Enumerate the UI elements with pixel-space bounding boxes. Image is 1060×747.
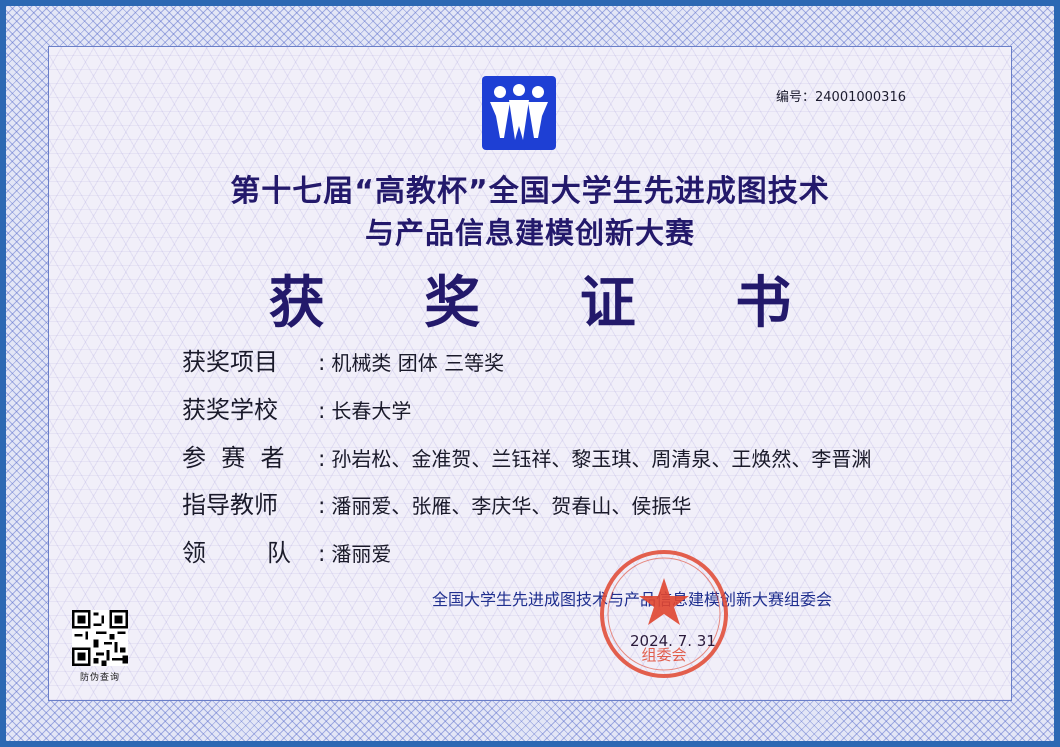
field-label: 指导教师 xyxy=(182,491,278,519)
field-value: 长春大学 xyxy=(331,399,412,423)
field-participants: 参 赛 者 : 孙岩松、金准贺、兰钰祥、黎玉琪、周清泉、王焕然、李晋渊 xyxy=(182,438,871,472)
field-award-item: 获奖项目 : 机械类 团体 三等奖 xyxy=(182,342,504,376)
field-colon: : xyxy=(318,542,326,567)
field-value: 潘丽爱、张雁、李庆华、贺春山、侯振华 xyxy=(331,494,692,518)
qr-label: 防伪查询 xyxy=(79,673,120,683)
field-colon: : xyxy=(318,351,326,376)
serial-number: 编号：24001000316 xyxy=(776,90,906,105)
certificate: 编号：24001000316 第十七届“高教杯”全国大学生先进成图技术 与产品信… xyxy=(0,0,1060,747)
title-line-1: 第十七届“高教杯”全国大学生先进成图技术 xyxy=(230,174,830,209)
field-value: 机械类 团体 三等奖 xyxy=(331,351,505,375)
field-colon: : xyxy=(318,447,326,472)
qr-code-icon[interactable] xyxy=(72,610,128,666)
field-label: 获奖学校 xyxy=(182,396,278,424)
field-colon: : xyxy=(318,399,326,424)
official-seal-icon: 组委会 xyxy=(600,550,728,678)
field-team-leader: 领 队 : 潘丽爱 xyxy=(182,533,391,567)
certificate-heading: 获 奖 证 书 xyxy=(268,271,832,336)
field-advisors: 指导教师 : 潘丽爱、张雁、李庆华、贺春山、侯振华 xyxy=(182,485,691,519)
field-colon: : xyxy=(318,494,326,519)
field-school: 获奖学校 : 长春大学 xyxy=(182,390,411,424)
field-label: 参 赛 者 xyxy=(182,444,285,472)
field-value: 潘丽爱 xyxy=(331,542,392,566)
competition-logo-icon xyxy=(482,76,556,150)
field-label: 获奖项目 xyxy=(182,348,278,376)
field-value: 孙岩松、金准贺、兰钰祥、黎玉琪、周清泉、王焕然、李晋渊 xyxy=(331,447,872,471)
title-line-2: 与产品信息建模创新大赛 xyxy=(364,216,695,250)
issue-date: 2024. 7. 31 xyxy=(630,632,716,650)
field-label: 领 队 xyxy=(182,539,292,567)
